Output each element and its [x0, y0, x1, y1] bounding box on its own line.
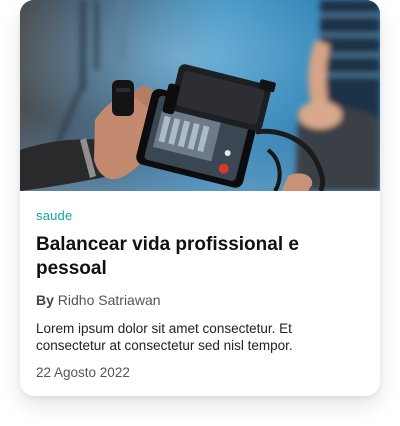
category-tag[interactable]: saude [36, 208, 72, 223]
article-title[interactable]: Balancear vida profissional e pessoal [36, 233, 356, 281]
article-excerpt: Lorem ipsum dolor sit amet consectetur. … [36, 321, 293, 353]
article-card[interactable]: saude Balancear vida profissional e pess… [20, 0, 380, 396]
article-image[interactable] [20, 0, 380, 191]
publish-date: 22 Agosto 2022 [36, 365, 130, 380]
author-name[interactable]: Ridho Satriawan [58, 292, 161, 308]
byline: By Ridho Satriawan [36, 292, 161, 308]
byline-prefix: By [36, 292, 54, 308]
